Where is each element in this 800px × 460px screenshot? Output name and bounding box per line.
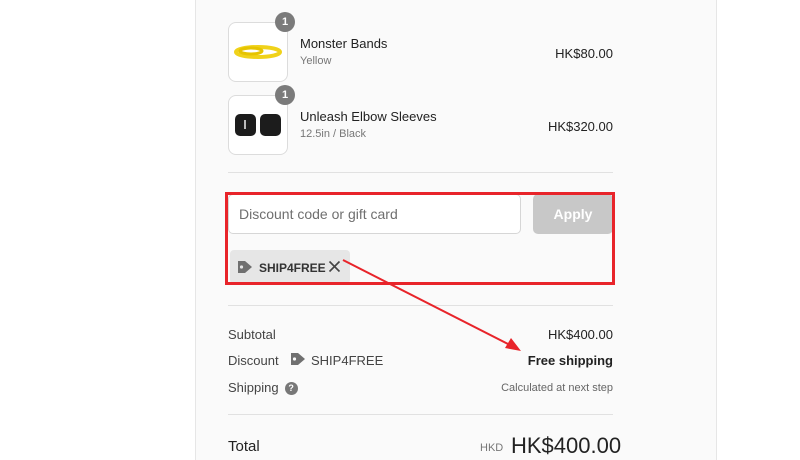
subtotal-row: Subtotal HK$400.00 xyxy=(228,327,613,345)
applied-discount-tag: SHIP4FREE xyxy=(230,250,350,284)
applied-code-label: SHIP4FREE xyxy=(259,261,326,275)
shipping-value: Calculated at next step xyxy=(501,382,613,394)
tag-icon xyxy=(237,260,253,279)
subtotal-value: HK$400.00 xyxy=(547,327,613,342)
product-name: Monster Bands xyxy=(300,36,388,51)
total-value: HK$400.00 xyxy=(511,433,622,458)
total-currency: HKD xyxy=(480,442,504,454)
line-item: 1 Monster Bands Yellow HK$80.00 xyxy=(228,12,613,82)
discount-row: Discount SHIP4FREE Free shipping xyxy=(228,353,613,371)
discount-code-display: SHIP4FREE xyxy=(290,352,383,369)
elbow-sleeves-image xyxy=(235,114,281,136)
quantity-badge: 1 xyxy=(275,85,295,105)
product-thumbnail xyxy=(228,22,288,82)
yellow-band-image xyxy=(234,45,282,59)
product-price: HK$80.00 xyxy=(555,46,613,61)
discount-label: Discount xyxy=(228,353,279,368)
product-name: Unleash Elbow Sleeves xyxy=(300,109,437,124)
tag-icon xyxy=(290,352,306,369)
total-label: Total xyxy=(228,438,260,455)
divider xyxy=(228,414,613,415)
apply-button[interactable]: Apply xyxy=(533,194,613,234)
shipping-row: Shipping? Calculated at next step xyxy=(228,380,613,398)
divider xyxy=(228,305,613,306)
divider xyxy=(228,172,613,173)
shipping-label-wrap: Shipping? xyxy=(228,380,298,395)
discount-value: Free shipping xyxy=(527,353,613,368)
product-variant: 12.5in / Black xyxy=(300,128,367,140)
line-item: 1 Unleash Elbow Sleeves 12.5in / Black H… xyxy=(228,85,613,155)
product-thumbnail xyxy=(228,95,288,155)
help-icon[interactable]: ? xyxy=(284,382,298,395)
subtotal-label: Subtotal xyxy=(228,327,276,342)
discount-code-input[interactable] xyxy=(228,194,521,234)
product-price: HK$320.00 xyxy=(547,119,613,134)
discount-code-text: SHIP4FREE xyxy=(311,353,384,368)
remove-discount-icon[interactable] xyxy=(328,260,341,278)
shipping-label: Shipping xyxy=(228,380,279,395)
product-variant: Yellow xyxy=(300,55,332,67)
quantity-badge: 1 xyxy=(275,12,295,32)
